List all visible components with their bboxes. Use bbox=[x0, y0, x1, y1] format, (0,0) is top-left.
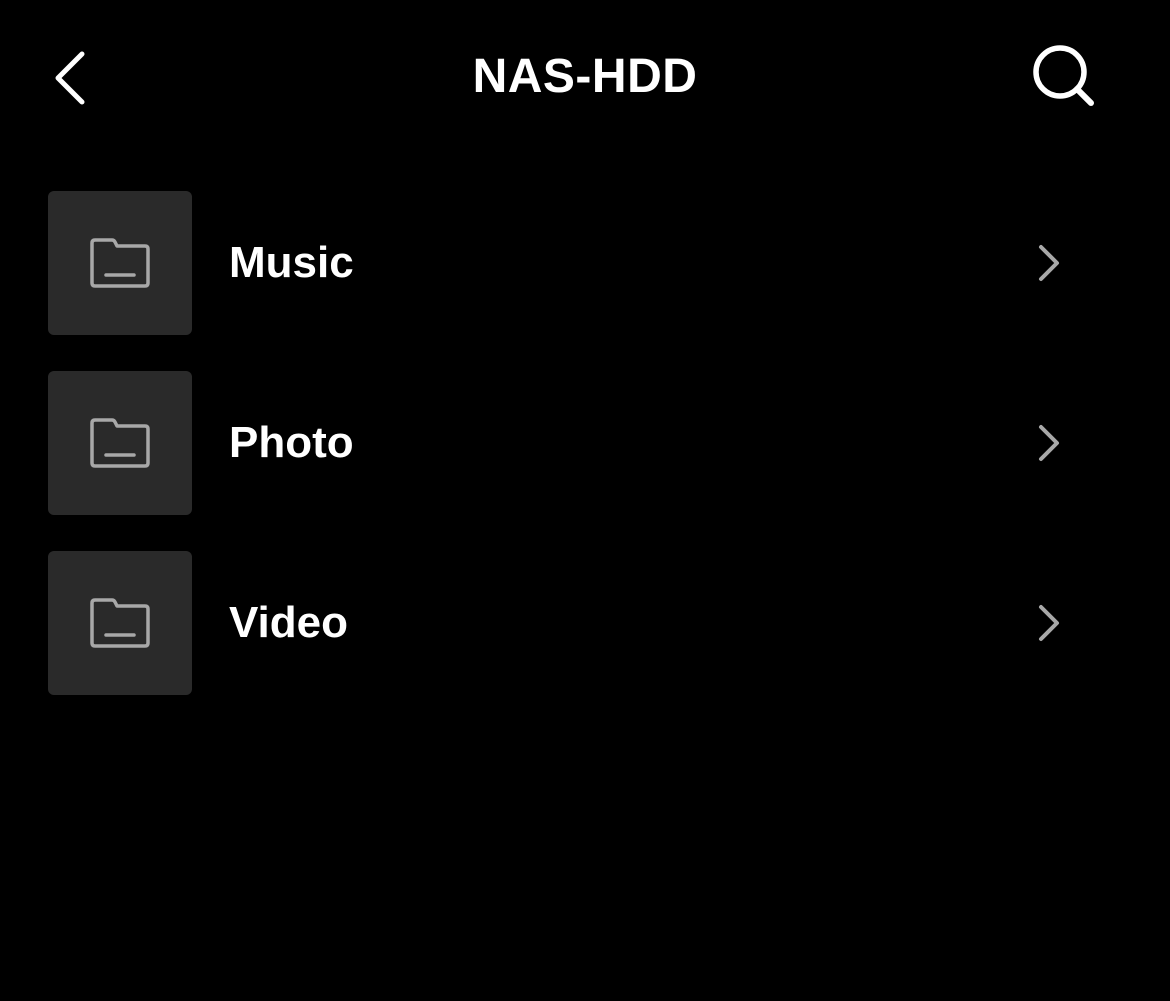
folder-icon bbox=[90, 238, 150, 288]
search-icon bbox=[1033, 45, 1094, 106]
folder-icon bbox=[90, 598, 150, 648]
search-button[interactable] bbox=[1024, 38, 1104, 114]
top-bar: NAS-HDD bbox=[0, 0, 1170, 155]
chevron-right-icon bbox=[1026, 601, 1070, 645]
back-button[interactable] bbox=[40, 40, 100, 116]
folder-label: Photo bbox=[229, 418, 354, 467]
chevron-left-icon bbox=[55, 51, 85, 105]
folder-thumbnail bbox=[48, 191, 192, 335]
folder-row-video[interactable]: Video bbox=[0, 551, 1170, 695]
folder-row-music[interactable]: Music bbox=[0, 191, 1170, 335]
folder-label: Video bbox=[229, 598, 349, 647]
chevron-right-icon bbox=[1026, 241, 1070, 285]
chevron-right-icon bbox=[1026, 421, 1070, 465]
folder-row-photo[interactable]: Photo bbox=[0, 371, 1170, 515]
page-title: NAS-HDD bbox=[472, 50, 698, 103]
folder-thumbnail bbox=[48, 551, 192, 695]
folder-label: Music bbox=[229, 238, 354, 287]
folder-icon bbox=[90, 418, 150, 468]
folder-thumbnail bbox=[48, 371, 192, 515]
folder-list: Music Photo Video bbox=[0, 191, 1170, 731]
